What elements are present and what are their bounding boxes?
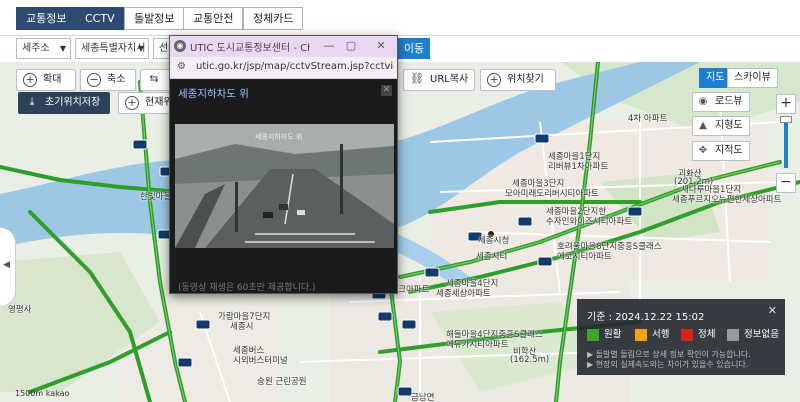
popup-address-bar[interactable]: ⚙ utic.go.kr/jsp/map/cctvStream.jsp?cctv… — [170, 57, 397, 79]
zoom-out-button[interactable]: − 축소 — [80, 69, 136, 91]
close-icon[interactable]: ✕ — [768, 304, 777, 317]
legend-item: 서행 — [635, 329, 669, 341]
map-label: 세종시 — [230, 322, 254, 332]
popup-title-bar[interactable]: ◉ UTIC 도시교통정보센터 - Chr... — ▢ ✕ — [170, 36, 397, 57]
cctv-video-frame — [175, 124, 394, 248]
map-label: 에듀카시티아파트 — [446, 340, 509, 350]
map-label: 세종세상아파트 — [436, 289, 491, 299]
map-label: 세종푸르지오뉴편한세상아파트 — [672, 195, 782, 205]
tab-cctv[interactable]: CCTV — [75, 7, 125, 30]
map-label: (162.5m) — [510, 355, 550, 365]
cctv-note: (동영상 재생은 60초만 제공합니다.) — [178, 283, 316, 293]
grid-icon: ✥ — [698, 145, 708, 156]
close-icon[interactable]: ✕ — [372, 38, 390, 54]
mountain-icon: ▲ — [699, 120, 707, 131]
save-position-button[interactable]: ⤓ 초기위치저장 — [18, 92, 110, 114]
zoom-in-label: 확대 — [43, 74, 62, 85]
crosshair-icon: + — [487, 73, 501, 87]
sido-select-value: 세주소 — [22, 43, 50, 54]
crosshair-icon: + — [125, 96, 139, 110]
map-label: 수자인와이즈시티아파트 — [546, 217, 633, 227]
find-position-button[interactable]: + 위치찾기 — [480, 69, 556, 91]
legend-date: 기준 : 2024.12.22 15:02 — [587, 312, 705, 323]
map-label: 4차 아파트 — [628, 114, 668, 124]
zoom-slider-fill — [784, 120, 788, 168]
tab-traffic-info[interactable]: 교통정보 — [16, 7, 77, 30]
map-scale: 1500m kakao — [15, 389, 70, 398]
zoom-out-label: 축소 — [107, 74, 126, 85]
map-label: 세종시청 — [478, 236, 510, 246]
map-label: 에코시티아파트 — [557, 252, 612, 262]
legend-label: 정보없음 — [744, 329, 779, 340]
tab-traffic-safety[interactable]: 교통안전 — [183, 7, 244, 30]
chevron-down-icon: ▼ — [137, 44, 144, 53]
plus-circle-icon: + — [23, 73, 37, 87]
legend-swatch — [587, 329, 599, 341]
minus-circle-icon: − — [87, 73, 101, 87]
chevron-left-icon: ◀ — [3, 260, 10, 270]
settings-button[interactable]: ⇆ — [140, 69, 172, 91]
map-label: 영평사 — [8, 305, 32, 315]
third-select-value: 선 — [159, 43, 169, 54]
map-type-skyview[interactable]: 스카이뷰 — [727, 68, 778, 88]
map-label: 모아미래도리버시티아파트 — [505, 189, 599, 199]
video-overlay-caption: 세종지하차도 위 — [255, 133, 303, 141]
side-panel-toggle[interactable]: ◀ — [0, 227, 16, 307]
save-position-label: 초기위치저장 — [45, 97, 101, 108]
url-copy-button[interactable]: ⛓ URL복사 — [403, 69, 475, 91]
cctv-name: 세종지하차도 위 — [178, 88, 249, 100]
site-info-icon[interactable]: ⚙ — [177, 61, 186, 72]
find-position-label: 위치찾기 — [507, 74, 544, 85]
map-zoom-in-button[interactable]: + — [776, 94, 796, 114]
popup-window-title: UTIC 도시교통정보센터 - Chr... — [190, 43, 310, 54]
roadview-button[interactable]: ◉ 로드뷰 — [692, 92, 750, 112]
legend-item: 정체 — [681, 329, 715, 341]
close-icon[interactable]: ✕ — [381, 85, 392, 96]
map-label: 리버뷰1차아파트 — [548, 162, 609, 172]
tab-congestion-card[interactable]: 정체카드 — [243, 7, 304, 30]
legend-swatch — [635, 329, 647, 341]
maximize-icon[interactable]: ▢ — [342, 38, 360, 54]
cadastral-button[interactable]: ✥ 지적도 — [692, 141, 750, 161]
legend-item: 정보없음 — [727, 329, 779, 341]
chevron-down-icon: ▼ — [59, 44, 66, 53]
map-label: 한빛마을 — [140, 192, 172, 202]
map-zoom-out-button[interactable]: − — [776, 173, 796, 193]
cctv-popup-window[interactable]: ◉ UTIC 도시교통정보센터 - Chr... — ▢ ✕ ⚙ utic.go… — [169, 35, 398, 294]
sigungu-select-value: 세종특별자치시 — [81, 43, 146, 54]
zoom-in-button[interactable]: + 확대 — [16, 69, 76, 91]
move-button[interactable]: 이동 — [398, 38, 430, 59]
current-position-button[interactable]: + 현재위 — [118, 92, 173, 114]
link-icon: ⛓ — [410, 72, 424, 85]
map-label: 금남면 — [411, 393, 435, 402]
legend-note: ▶ 현장의 실제속도와는 차이가 있을수 있습니다. — [587, 360, 749, 369]
legend-label: 원활 — [604, 329, 622, 340]
zoom-slider-handle[interactable] — [780, 116, 792, 123]
url-copy-label: URL복사 — [430, 74, 469, 85]
legend-label: 서행 — [652, 329, 670, 340]
person-icon: ◉ — [698, 96, 708, 107]
terrain-label: 지형도 — [715, 120, 743, 131]
terrain-button[interactable]: ▲ 지형도 — [692, 116, 750, 136]
download-icon: ⤓ — [29, 95, 35, 108]
popup-url-text: utic.go.kr/jsp/map/cctvStream.jsp?cctvid… — [196, 61, 394, 72]
map-label: 숭원 근린공원 — [257, 377, 307, 387]
top-tab-bar: 교통정보 CCTV 돌발정보 교통안전 정체카드 — [0, 0, 800, 36]
map-label: 시외버스터미널 — [233, 356, 288, 366]
roadview-label: 로드뷰 — [715, 96, 743, 107]
legend-item: 원활 — [587, 329, 621, 341]
site-favicon-icon: ◉ — [174, 40, 186, 52]
traffic-legend: 기준 : 2024.12.22 15:02 ✕ 원활 서행 정체 정보없음 ▶ … — [577, 299, 785, 375]
sliders-icon: ⇆ — [149, 72, 159, 85]
tab-incident[interactable]: 돌발정보 — [124, 7, 185, 30]
sigungu-select[interactable]: 세종특별자치시 ▼ — [75, 38, 149, 59]
cctv-video-stream[interactable]: 세종지하차도 위 — [175, 124, 394, 248]
map-label: 세종시티 — [476, 252, 508, 262]
legend-swatch — [727, 329, 739, 341]
cadastral-label: 지적도 — [715, 145, 743, 156]
legend-label: 정체 — [698, 329, 716, 340]
sido-select[interactable]: 세주소 ▼ — [16, 38, 71, 59]
minimize-icon[interactable]: — — [320, 38, 338, 54]
legend-swatch — [681, 329, 693, 341]
